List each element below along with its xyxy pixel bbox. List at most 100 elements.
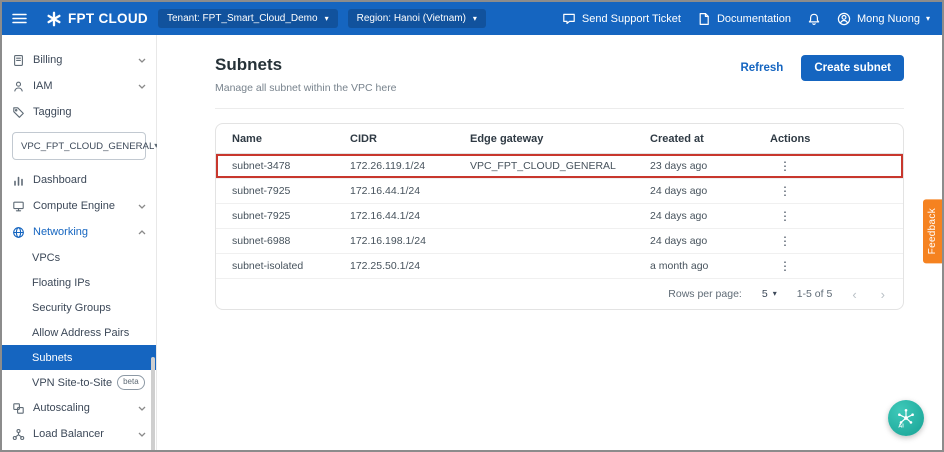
user-name-label: Mong Nuong [857,13,920,25]
row-actions-kebab-icon[interactable]: ⋮ [778,259,792,273]
ai-chat-icon: AI [895,407,917,429]
app-window: FPT CLOUD Tenant: FPT_Smart_Cloud_Demo ▾… [0,0,944,452]
cell-name: subnet-3478 [232,160,350,172]
rows-per-page-select[interactable]: 5 ▾ [762,288,777,300]
sidebar-scrollbar[interactable] [151,357,155,452]
sidebar-item-autoscaling[interactable]: Autoscaling [2,395,156,421]
col-header-created-at: Created at [650,133,770,145]
logo-text: FPT CLOUD [68,11,148,26]
chevron-down-icon [138,204,146,209]
cell-created-at: 23 days ago [650,160,770,172]
create-subnet-button[interactable]: Create subnet [801,55,904,81]
cell-name: subnet-isolated [232,260,350,272]
sidebar-item-billing[interactable]: Billing [2,47,156,73]
sidebar-subitem-label: Allow Address Pairs [32,327,129,339]
chevron-down-icon [138,84,146,89]
sidebar-item-allow-address-pairs[interactable]: Allow Address Pairs [2,320,156,345]
caret-down-icon: ▾ [926,15,930,23]
sidebar-item-iam[interactable]: IAM [2,73,156,99]
table-row[interactable]: subnet-7925 172.16.44.1/24 24 days ago ⋮ [216,179,903,204]
chevron-up-icon [138,230,146,235]
cell-name: subnet-6988 [232,235,350,247]
chevron-down-icon [138,58,146,63]
prev-page-button[interactable]: ‹ [852,287,856,302]
table-row[interactable]: subnet-isolated 172.25.50.1/24 a month a… [216,254,903,279]
table-pagination: Rows per page: 5 ▾ 1-5 of 5 ‹ › [216,279,903,309]
main-content: Subnets Manage all subnet within the VPC… [157,35,942,450]
row-actions-kebab-icon[interactable]: ⋮ [778,159,792,173]
sidebar-item-load-balancer[interactable]: Load Balancer [2,421,156,447]
cell-created-at: a month ago [650,260,770,272]
rows-per-page-label: Rows per page: [668,288,742,300]
sidebar-subitem-label: Subnets [32,352,72,364]
notifications-button[interactable] [807,12,821,26]
sidebar-subitem-label: VPCs [32,252,60,264]
pagination-range-label: 1-5 of 5 [797,288,833,300]
cell-cidr: 172.25.50.1/24 [350,260,470,272]
load-balancer-icon [12,428,25,441]
documentation-label: Documentation [717,13,791,25]
ai-chat-button[interactable]: AI [888,400,924,436]
tenant-selector[interactable]: Tenant: FPT_Smart_Cloud_Demo ▾ [158,9,338,28]
fpt-logo-star-icon [46,11,62,27]
user-menu[interactable]: Mong Nuong ▾ [837,12,930,26]
sidebar-item-label: Load Balancer [33,428,104,440]
sidebar-item-dashboard[interactable]: Dashboard [2,167,156,193]
autoscaling-icon [12,402,25,415]
cell-created-at: 24 days ago [650,185,770,197]
rows-per-page-value: 5 [762,288,768,300]
sidebar-item-floating-ips[interactable]: Floating IPs [2,270,156,295]
sidebar-item-label: Dashboard [33,174,87,186]
cell-created-at: 24 days ago [650,210,770,222]
sidebar-item-subnets[interactable]: Subnets [2,345,156,370]
hamburger-menu-icon[interactable] [2,2,36,35]
support-ticket-icon [562,12,576,26]
sidebar-item-label: Networking [33,226,88,238]
refresh-button[interactable]: Refresh [740,62,783,74]
chevron-down-icon [138,432,146,437]
next-page-button[interactable]: › [881,287,885,302]
row-actions-kebab-icon[interactable]: ⋮ [778,234,792,248]
tag-icon [12,106,25,119]
col-header-edge-gateway: Edge gateway [470,133,650,145]
sidebar-item-label: Tagging [33,106,72,118]
documentation-icon [697,12,711,26]
tenant-label: Tenant: FPT_Smart_Cloud_Demo [167,13,318,24]
sidebar-item-compute-engine[interactable]: Compute Engine [2,193,156,219]
caret-down-icon: ▾ [325,15,329,23]
cell-cidr: 172.16.44.1/24 [350,210,470,222]
fpt-cloud-logo: FPT CLOUD [46,11,148,27]
caret-down-icon: ▾ [773,290,777,298]
region-selector[interactable]: Region: Hanoi (Vietnam) ▾ [348,9,486,28]
sidebar-item-security-groups[interactable]: Security Groups [2,295,156,320]
documentation-link[interactable]: Documentation [697,12,791,26]
chevron-down-icon [138,406,146,411]
table-row[interactable]: subnet-6988 172.16.198.1/24 24 days ago … [216,229,903,254]
cell-name: subnet-7925 [232,185,350,197]
feedback-tab[interactable]: Feedback [923,199,942,263]
row-actions-kebab-icon[interactable]: ⋮ [778,209,792,223]
user-avatar-icon [837,12,851,26]
table-row[interactable]: subnet-7925 172.16.44.1/24 24 days ago ⋮ [216,204,903,229]
sidebar-item-tagging[interactable]: Tagging [2,99,156,125]
page-title-block: Subnets Manage all subnet within the VPC… [215,55,397,94]
cell-created-at: 24 days ago [650,235,770,247]
sidebar-item-label: Compute Engine [33,200,115,212]
sidebar-subitem-label: Floating IPs [32,277,90,289]
page-header: Subnets Manage all subnet within the VPC… [157,35,942,94]
billing-icon [12,54,25,67]
table-row[interactable]: subnet-3478 172.26.119.1/24 VPC_FPT_CLOU… [216,154,903,179]
beta-badge: beta [117,375,145,389]
send-support-ticket-link[interactable]: Send Support Ticket [562,12,681,26]
sidebar-item-vpcs[interactable]: VPCs [2,245,156,270]
topbar: FPT CLOUD Tenant: FPT_Smart_Cloud_Demo ▾… [2,2,942,35]
sidebar-subitem-label: Security Groups [32,302,111,314]
sidebar-item-label: IAM [33,80,53,92]
vpc-selector[interactable]: VPC_FPT_CLOUD_GENERAL ▾ [12,132,146,160]
dashboard-icon [12,174,25,187]
page-actions: Refresh Create subnet [740,55,904,81]
page-subtitle: Manage all subnet within the VPC here [215,82,397,94]
sidebar-item-vpn-site-to-site[interactable]: VPN Site-to-Site beta [2,370,156,395]
sidebar-item-networking[interactable]: Networking [2,219,156,245]
row-actions-kebab-icon[interactable]: ⋮ [778,184,792,198]
